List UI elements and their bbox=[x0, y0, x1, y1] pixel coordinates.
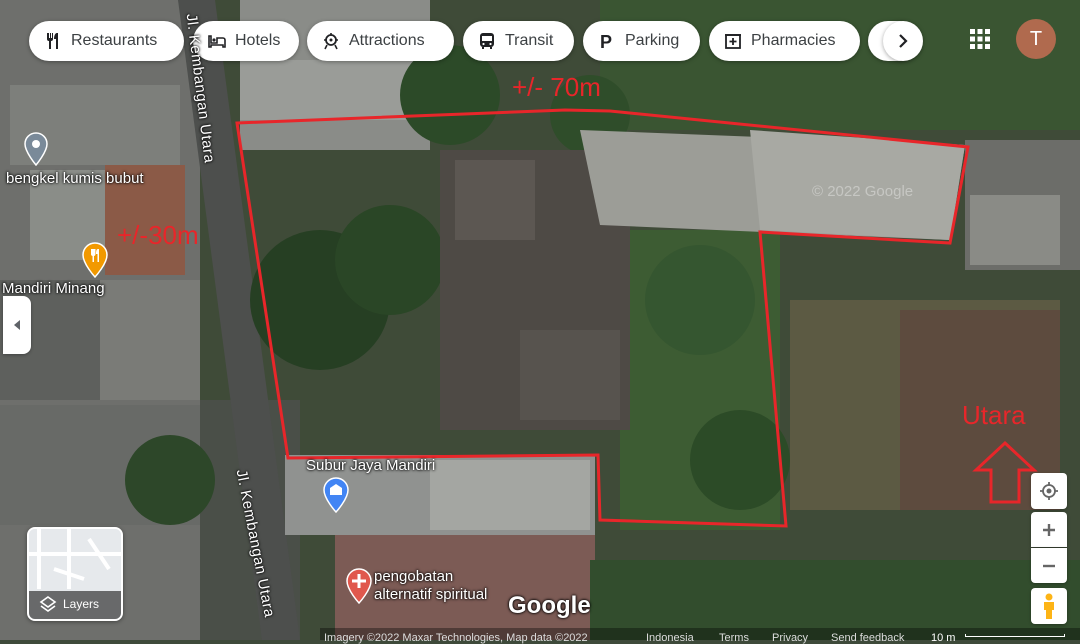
attraction-icon bbox=[324, 33, 338, 50]
chip-transit[interactable]: Transit bbox=[463, 21, 574, 61]
imagery-watermark: © 2022 Google bbox=[812, 183, 914, 200]
footer-feedback-link[interactable]: Send feedback bbox=[831, 632, 904, 644]
footer-country[interactable]: Indonesia bbox=[646, 632, 694, 644]
restaurant-icon bbox=[47, 33, 58, 49]
annotation-width: +/- 70m bbox=[512, 72, 601, 102]
footer-privacy-link[interactable]: Privacy bbox=[772, 632, 808, 644]
footer-scale[interactable]: 10 m bbox=[931, 632, 955, 644]
annotation-depth: +/-30m bbox=[117, 220, 199, 250]
shop-pin-icon[interactable] bbox=[323, 477, 349, 513]
food-pin-icon[interactable] bbox=[82, 242, 108, 278]
layers-icon bbox=[39, 596, 57, 612]
place-label-mandiri-minang[interactable]: Mandiri Minang bbox=[2, 280, 105, 297]
chip-hotels[interactable]: Hotels bbox=[193, 21, 299, 61]
annotation-north: Utara bbox=[962, 400, 1026, 430]
zoom-out-button[interactable] bbox=[1031, 548, 1067, 583]
chip-label-transit: Transit bbox=[505, 32, 554, 49]
my-location-button[interactable] bbox=[1031, 473, 1067, 509]
avatar[interactable]: T bbox=[1016, 19, 1056, 59]
apps-grid-icon bbox=[970, 29, 990, 49]
place-label-pengobatan[interactable]: pengobatan alternatif spiritual bbox=[374, 568, 487, 604]
caret-left-icon bbox=[14, 320, 20, 330]
parking-icon: P bbox=[600, 32, 612, 51]
apps-grid-button[interactable] bbox=[965, 24, 995, 54]
chip-label-attractions: Attractions bbox=[349, 32, 425, 49]
chip-label-hotels: Hotels bbox=[235, 32, 281, 49]
plus-icon bbox=[1043, 523, 1055, 536]
chip-label-restaurants: Restaurants bbox=[71, 32, 158, 49]
bed-icon bbox=[208, 35, 226, 48]
pegman-icon bbox=[1044, 593, 1054, 619]
chip-pharmacies[interactable]: Pharmacies bbox=[709, 21, 860, 61]
chip-label-pharmacies: Pharmacies bbox=[751, 32, 836, 49]
google-logo: Google bbox=[508, 592, 591, 619]
chevron-right-icon bbox=[899, 34, 908, 48]
layers-button[interactable]: Layers bbox=[27, 527, 123, 621]
chip-attractions[interactable]: Attractions bbox=[307, 21, 454, 61]
street-view-button[interactable] bbox=[1031, 588, 1067, 624]
footer-terms-link[interactable]: Terms bbox=[719, 632, 749, 644]
health-pin-icon[interactable] bbox=[346, 568, 372, 604]
zoom-in-button[interactable] bbox=[1031, 512, 1067, 547]
footer-attribution: Imagery ©2022 Maxar Technologies, Map da… bbox=[324, 632, 588, 644]
place-label-bengkel[interactable]: bengkel kumis bubut bbox=[6, 170, 144, 187]
place-pin-icon[interactable] bbox=[24, 132, 48, 166]
place-label-subur-jaya[interactable]: Subur Jaya Mandiri bbox=[306, 457, 435, 474]
minus-icon bbox=[1043, 564, 1055, 567]
chip-label-parking: Parking bbox=[625, 32, 680, 49]
pharmacy-icon bbox=[725, 34, 741, 49]
avatar-initial: T bbox=[1029, 27, 1043, 50]
scale-bar bbox=[965, 634, 1065, 637]
my-location-icon bbox=[1040, 482, 1058, 500]
svg-text:P: P bbox=[600, 32, 612, 51]
bus-icon bbox=[480, 33, 494, 49]
chips-scroll-right-button[interactable] bbox=[883, 21, 923, 61]
chip-restaurants[interactable]: Restaurants bbox=[29, 21, 184, 61]
chip-parking[interactable]: P Parking bbox=[583, 21, 700, 61]
layers-label: Layers bbox=[63, 597, 100, 611]
collapse-panel-button[interactable] bbox=[3, 296, 31, 354]
